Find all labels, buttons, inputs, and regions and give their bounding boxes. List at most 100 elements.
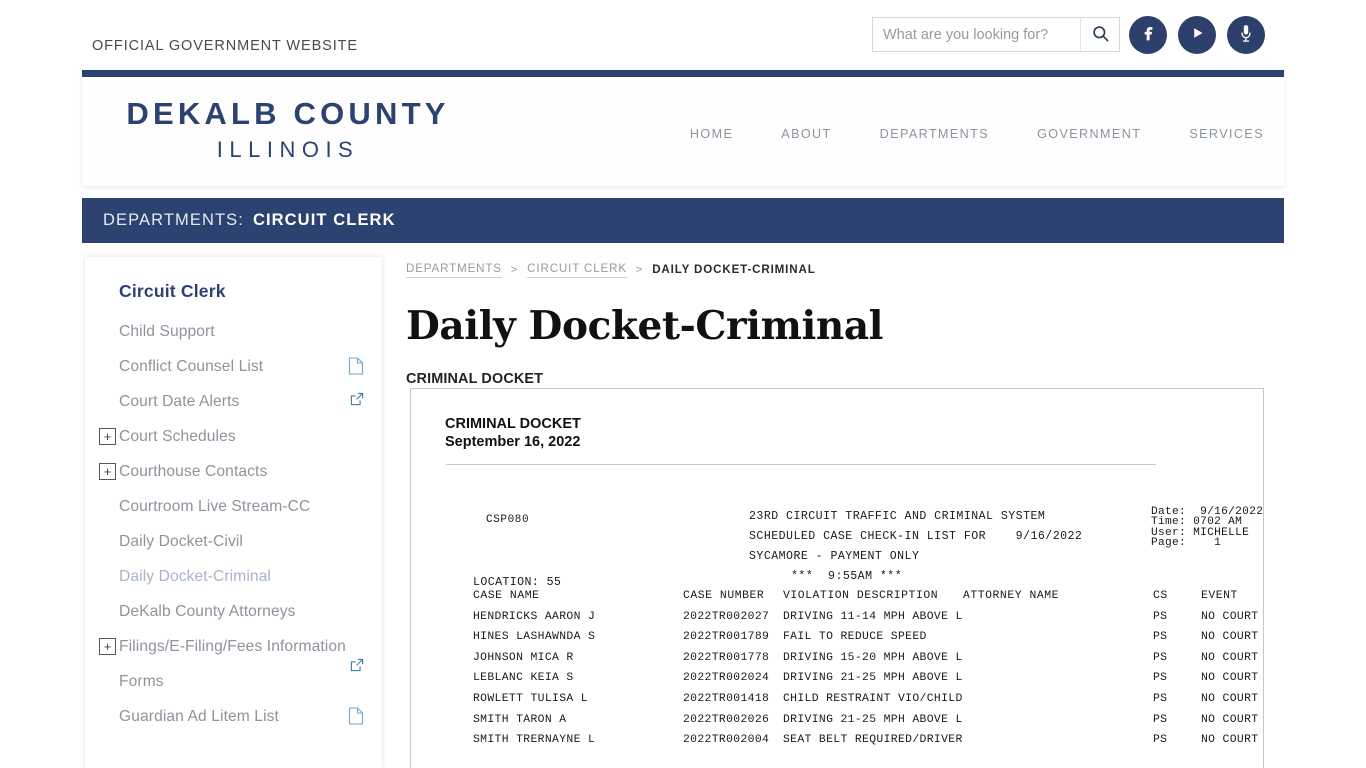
department-sidebar: Circuit Clerk Child Support Conflict Coun… <box>85 257 382 768</box>
main-content: DEPARTMENTS > CIRCUIT CLERK > DAILY DOCK… <box>406 257 1284 768</box>
sidebar-item-label: Courthouse Contacts <box>119 463 268 480</box>
breadcrumb-item-circuit-clerk[interactable]: CIRCUIT CLERK <box>527 262 627 278</box>
department-banner: DEPARTMENTS: CIRCUIT CLERK <box>82 198 1284 243</box>
sidebar-item-courtroom-live-stream-cc[interactable]: Courtroom Live Stream-CC <box>85 491 382 526</box>
docket-cell-number: 2022TR002024 <box>683 672 770 685</box>
docket-location-title: SYCAMORE - PAYMENT ONLY <box>749 550 920 563</box>
docket-document-frame[interactable]: CRIMINAL DOCKET September 16, 2022 CSP08… <box>410 388 1264 768</box>
docket-cell-number: 2022TR001418 <box>683 692 770 705</box>
sidebar-item-label: Court Schedules <box>119 428 236 445</box>
docket-table: CASE NAME CASE NUMBER VIOLATION DESCRIPTIO… <box>473 590 1263 755</box>
docket-cell-violation: FAIL TO REDUCE SPEED <box>783 631 927 644</box>
external-link-icon[interactable] <box>350 392 364 411</box>
docket-cell-event: NO COURT - P <box>1201 692 1263 705</box>
youtube-icon <box>1186 22 1208 49</box>
search-input[interactable] <box>873 18 1080 51</box>
breadcrumb-item-departments[interactable]: DEPARTMENTS <box>406 262 502 278</box>
docket-location: LOCATION: 55 <box>473 576 562 589</box>
docket-cell-cs: PS <box>1153 651 1168 664</box>
pdf-icon[interactable] <box>348 707 364 730</box>
docket-cell-number: 2022TR001789 <box>683 631 770 644</box>
sidebar-item-guardian-ad-litem-list[interactable]: Guardian Ad Litem List <box>85 701 382 736</box>
docket-cell-violation: CHILD RESTRAINT VIO/CHILD <box>783 692 963 705</box>
site-logo[interactable]: DEKALB COUNTY ILLINOIS <box>98 95 478 164</box>
breadcrumb-item-current: DAILY DOCKET-CRIMINAL <box>652 263 816 276</box>
search-button[interactable] <box>1080 18 1119 51</box>
logo-line-county: DEKALB COUNTY <box>126 96 450 131</box>
sidebar-item-court-schedules[interactable]: + Court Schedules <box>85 421 382 456</box>
podcast-link[interactable] <box>1227 16 1265 54</box>
expand-plus-icon[interactable]: + <box>99 463 116 480</box>
docket-cell-number: 2022TR002004 <box>683 734 770 747</box>
docket-divider <box>446 464 1156 465</box>
docket-heading-line1: CRIMINAL DOCKET <box>445 416 581 432</box>
docket-cell-name: ROWLETT TULISA L <box>473 692 588 705</box>
breadcrumb: DEPARTMENTS > CIRCUIT CLERK > DAILY DOCK… <box>406 257 1284 279</box>
social-links <box>1129 16 1265 54</box>
sidebar-item-daily-docket-civil[interactable]: Daily Docket-Civil <box>85 526 382 561</box>
sidebar-item-forms[interactable]: Forms <box>85 666 382 701</box>
sidebar-item-court-date-alerts[interactable]: Court Date Alerts <box>85 386 382 421</box>
docket-meta-page: Page: 1 <box>1151 536 1222 549</box>
sidebar-title: Circuit Clerk <box>119 281 226 301</box>
nav-item-services[interactable]: SERVICES <box>1189 127 1264 141</box>
search-icon <box>1091 24 1110 46</box>
docket-cell-name: LEBLANC KEIA S <box>473 672 574 685</box>
expand-plus-icon[interactable]: + <box>99 428 116 445</box>
docket-meta: Date: 9/16/2022 Time: 0702 AM User: MICH… <box>1151 506 1263 549</box>
sidebar-item-conflict-counsel-list[interactable]: Conflict Counsel List <box>85 351 382 386</box>
page-subheading: CRIMINAL DOCKET <box>406 371 544 387</box>
docket-row: HINES LASHAWNDA S 2022TR001789 FAIL TO RED… <box>473 631 1263 652</box>
sidebar-menu: Child Support Conflict Counsel List Court … <box>85 316 382 736</box>
docket-cell-cs: PS <box>1153 713 1168 726</box>
docket-cell-cs: PS <box>1153 631 1168 644</box>
official-government-label: OFFICIAL GOVERNMENT WEBSITE <box>92 38 358 54</box>
youtube-link[interactable] <box>1178 16 1216 54</box>
docket-row: ROWLETT TULISA L 2022TR001418 CHILD RESTRA… <box>473 692 1263 714</box>
docket-column-header: CASE NAME <box>473 590 540 602</box>
sidebar-item-dekalb-county-attorneys[interactable]: DeKalb County Attorneys <box>85 596 382 631</box>
docket-cell-name: SMITH TARON A <box>473 713 567 726</box>
page-root: OFFICIAL GOVERNMENT WEBSITE What are you… <box>0 0 1366 768</box>
sidebar-item-label: DeKalb County Attorneys <box>119 603 296 620</box>
site-masthead: DEKALB COUNTY ILLINOIS HOME ABOUT DEPART… <box>82 70 1284 186</box>
docket-column-header: EVENT <box>1201 590 1238 602</box>
nav-item-government[interactable]: GOVERNMENT <box>1037 127 1141 141</box>
sidebar-item-child-support[interactable]: Child Support <box>85 316 382 351</box>
docket-cell-violation: DRIVING 21-25 MPH ABOVE L <box>783 672 963 685</box>
docket-center-header: 23RD CIRCUIT TRAFFIC AND CRIMINAL SYSTEM… <box>749 507 1082 587</box>
sidebar-item-label: Guardian Ad Litem List <box>119 708 279 725</box>
docket-cell-event: NO COURT - P <box>1201 713 1263 726</box>
sidebar-item-label: Forms <box>119 673 164 690</box>
docket-cell-violation: DRIVING 15-20 MPH ABOVE L <box>783 651 963 664</box>
docket-cell-event: NO COURT - P <box>1201 734 1263 747</box>
sidebar-item-filings-e-filing-fees-information[interactable]: + Filings/E-Filing/Fees Information <box>85 631 382 672</box>
facebook-link[interactable] <box>1129 16 1167 54</box>
docket-column-header: CS <box>1153 590 1168 602</box>
nav-item-departments[interactable]: DEPARTMENTS <box>880 127 989 141</box>
docket-cell-name: JOHNSON MICA R <box>473 651 574 664</box>
expand-plus-icon[interactable]: + <box>99 638 116 655</box>
docket-row: HENDRICKS AARON J 2022TR002027 DRIVING 11-… <box>473 610 1263 632</box>
docket-column-header: CASE NUMBER <box>683 590 765 602</box>
sidebar-item-courthouse-contacts[interactable]: + Courthouse Contacts <box>85 456 382 491</box>
docket-heading-line2: September 16, 2022 <box>445 434 581 451</box>
docket-cell-violation: SEAT BELT REQUIRED/DRIVER <box>783 734 963 747</box>
pdf-icon[interactable] <box>348 357 364 380</box>
facebook-icon <box>1137 22 1159 49</box>
docket-column-header: ATTORNEY NAME <box>963 590 1060 602</box>
docket-cell-name: HENDRICKS AARON J <box>473 610 596 623</box>
docket-row: JOHNSON MICA R 2022TR001778 DRIVING 15-20 … <box>473 651 1263 673</box>
docket-cell-cs: PS <box>1153 734 1168 747</box>
docket-cell-event: NO COURT - P <box>1201 651 1263 664</box>
docket-cell-name: SMITH TRERNAYNE L <box>473 734 596 747</box>
sidebar-item-label: Court Date Alerts <box>119 393 240 410</box>
sidebar-item-daily-docket-criminal[interactable]: Daily Docket-Criminal <box>85 561 382 596</box>
nav-item-home[interactable]: HOME <box>690 127 733 141</box>
nav-item-about[interactable]: ABOUT <box>781 127 831 141</box>
sidebar-item-label: Daily Docket-Civil <box>119 533 243 550</box>
docket-list-for: SCHEDULED CASE CHECK-IN LIST FOR 9/16/20… <box>749 530 1083 543</box>
docket-cell-event: NO COURT - P <box>1201 672 1263 685</box>
docket-row: LEBLANC KEIA S 2022TR002024 DRIVING 21-25 … <box>473 672 1263 693</box>
docket-cell-number: 2022TR002027 <box>683 610 770 623</box>
